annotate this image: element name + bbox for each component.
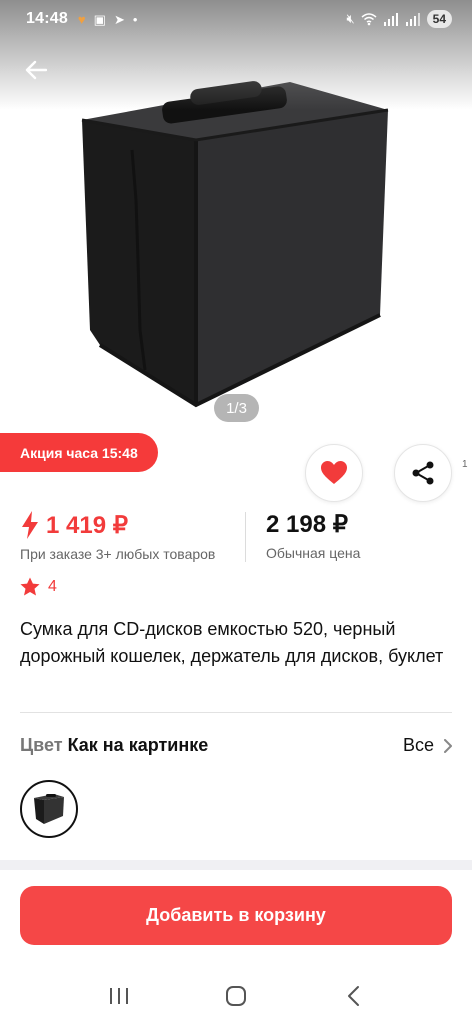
section-gap	[0, 860, 472, 870]
add-to-cart-button[interactable]: Добавить в корзину	[20, 886, 452, 945]
telegram-notification-icon: ➤	[113, 11, 125, 27]
color-option-thumbnail[interactable]	[20, 780, 78, 838]
back-arrow-icon	[25, 60, 47, 80]
regular-price-block: 2 198 ₽ Обычная цена	[266, 510, 360, 561]
rating[interactable]: 4	[20, 577, 57, 596]
product-image-gallery[interactable]	[0, 0, 472, 436]
chevron-right-icon	[444, 738, 452, 753]
recent-apps-button[interactable]	[99, 976, 139, 1016]
color-all-label: Все	[402, 735, 434, 755]
back-nav-icon	[348, 986, 360, 1006]
divider	[20, 712, 452, 713]
home-icon	[225, 986, 246, 1006]
color-all-link[interactable]: Все	[403, 735, 452, 756]
favorite-button[interactable]	[305, 444, 363, 502]
star-icon	[20, 577, 40, 596]
lightning-icon	[22, 511, 38, 539]
promo-price-block: 1 419 ₽ При заказе 3+ любых товаров	[20, 510, 215, 562]
promo-badge: Акция часа 15:48	[0, 433, 158, 472]
status-system-icons: 🔇︎ 54	[346, 10, 452, 28]
promo-price: 1 419 ₽	[46, 511, 128, 539]
color-label: Цвет	[20, 735, 63, 755]
color-option-image	[34, 794, 64, 824]
heart-icon	[321, 461, 347, 484]
signal-icon	[383, 12, 398, 26]
promo-price-note: При заказе 3+ любых товаров	[20, 546, 216, 562]
recent-apps-icon	[109, 988, 128, 1004]
price-divider	[245, 512, 246, 562]
dot-notification-icon: •	[132, 11, 138, 27]
box-notification-icon: ▣	[93, 11, 106, 27]
color-value: Как на картинке	[67, 735, 209, 755]
status-bar: 14:48 ♥ ▣ ➤ • 🔇︎ 54	[0, 0, 472, 38]
home-button[interactable]	[216, 976, 256, 1016]
back-nav-button[interactable]	[333, 976, 373, 1016]
mute-icon: 🔇︎	[346, 11, 355, 26]
color-selector-row[interactable]: Цвет Как на картинке Все	[20, 735, 452, 756]
battery-indicator: 54	[426, 10, 452, 28]
heart-notification-icon: ♥	[77, 11, 86, 27]
system-nav-bar	[0, 968, 472, 1024]
gallery-pager: 1/3	[214, 394, 259, 422]
status-notification-icons: ♥ ▣ ➤ •	[78, 13, 137, 26]
wifi-icon	[361, 13, 377, 26]
back-button[interactable]	[18, 54, 54, 86]
regular-price: 2 198 ₽	[266, 511, 348, 538]
signal-icon-2	[405, 12, 420, 26]
share-icon	[412, 461, 434, 485]
status-time: 14:48	[26, 10, 68, 27]
edge-counter: 1	[462, 459, 468, 470]
regular-price-label: Обычная цена	[266, 545, 361, 561]
rating-value: 4	[48, 577, 57, 595]
product-title: Сумка для CD-дисков емкостью 520, черный…	[20, 619, 444, 666]
share-button[interactable]	[394, 444, 452, 502]
